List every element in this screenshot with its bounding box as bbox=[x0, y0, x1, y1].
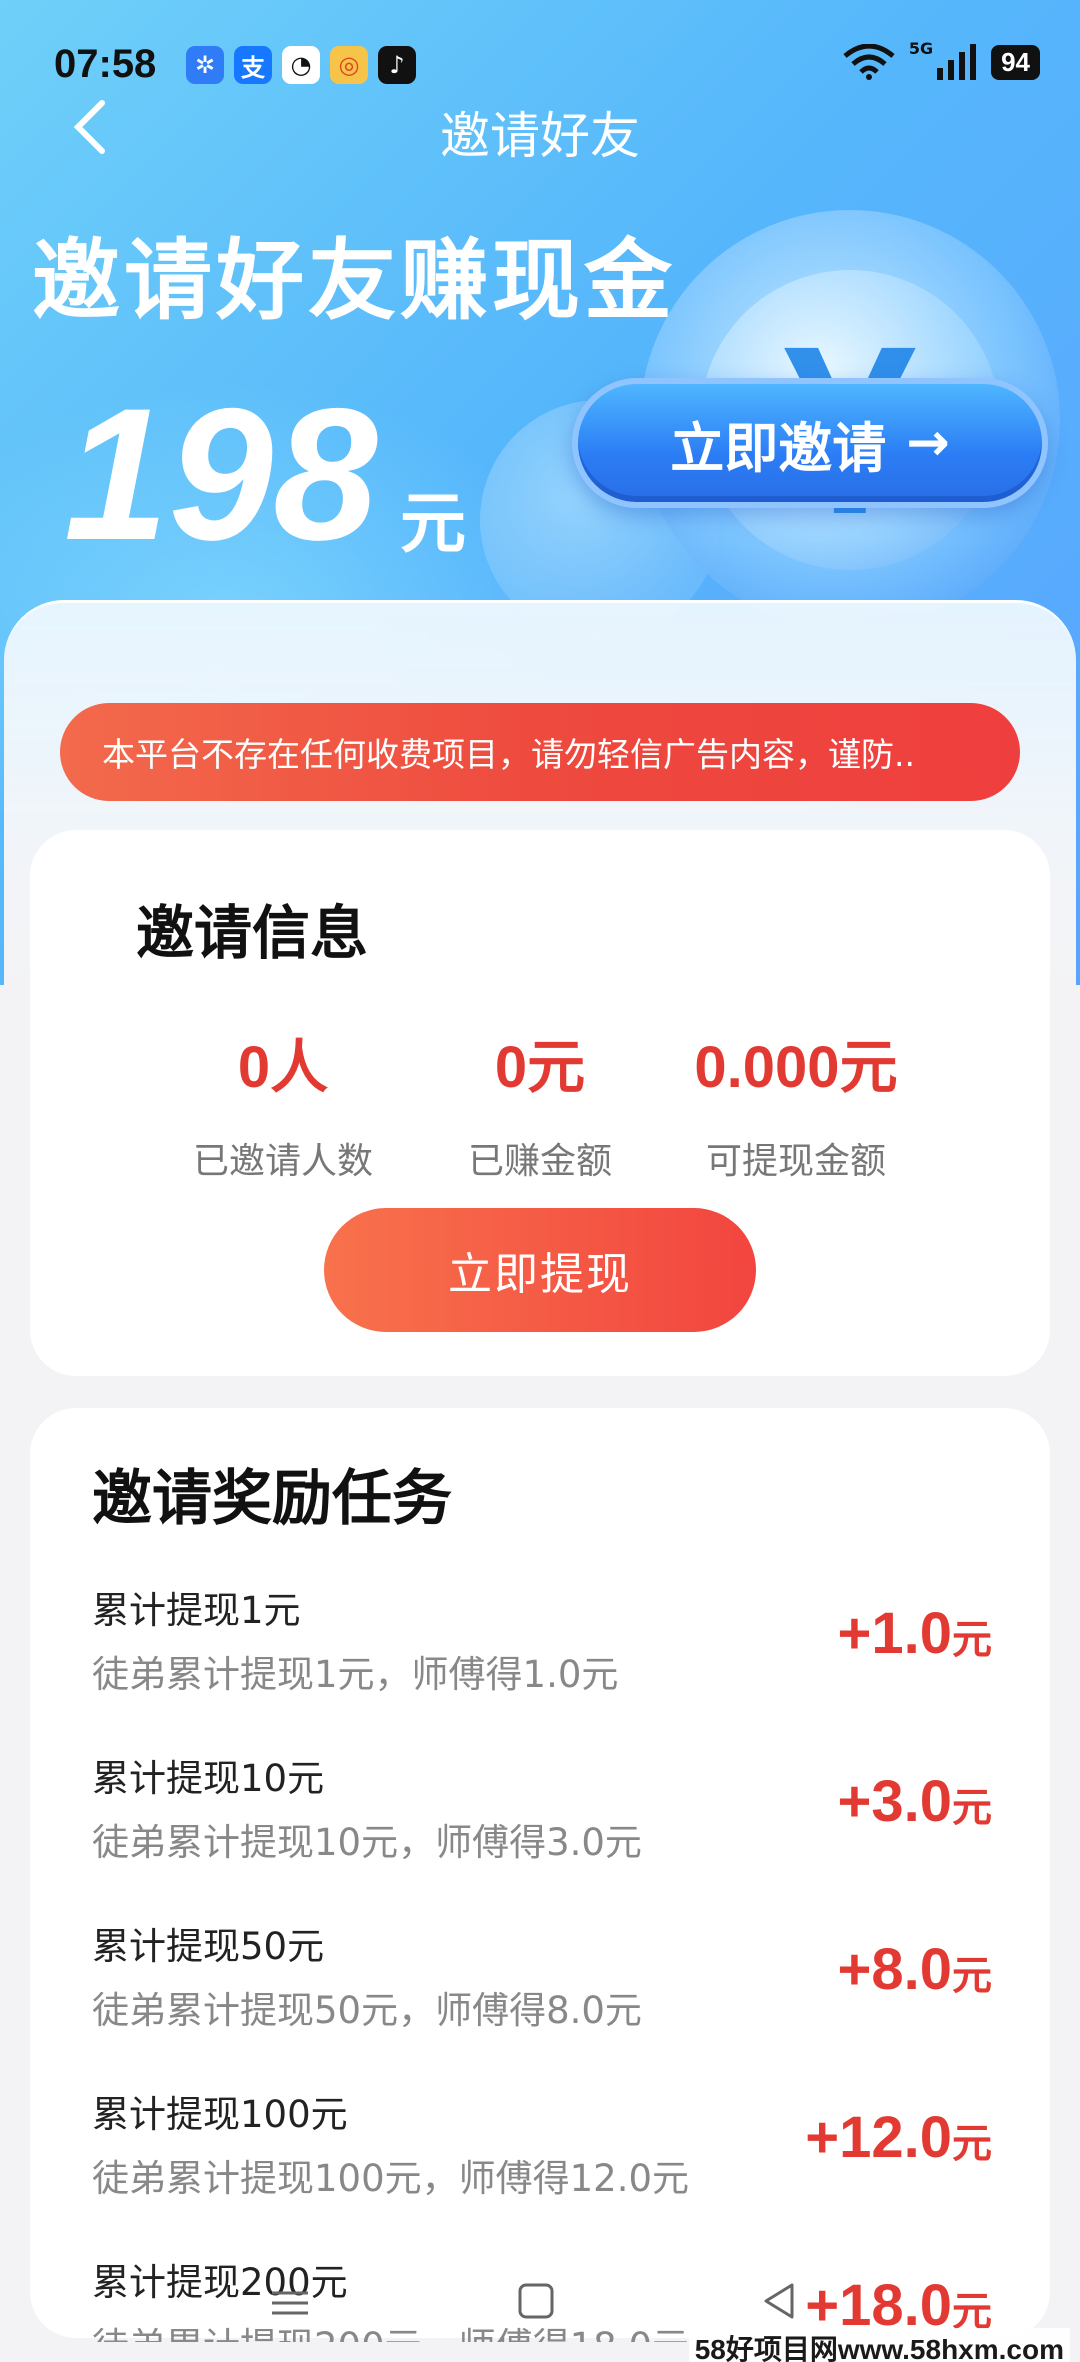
back-nav-icon[interactable] bbox=[760, 2281, 800, 2321]
network-type-label: 5G bbox=[908, 38, 934, 58]
weibo-app-icon: ◎ bbox=[330, 46, 368, 84]
invite-now-label: 立即邀请 bbox=[670, 416, 887, 480]
home-nav-icon[interactable] bbox=[516, 2281, 556, 2321]
signal-icon bbox=[937, 44, 977, 80]
task-reward-unit: 元 bbox=[952, 1617, 992, 1663]
reward-amount: 198 bbox=[64, 369, 378, 579]
earned-amount-label: 已赚金额 bbox=[467, 1141, 612, 1182]
alipay-app-icon: 支 bbox=[234, 46, 272, 84]
task-reward-unit: 元 bbox=[952, 2121, 992, 2167]
withdraw-now-button[interactable]: 立即提现 bbox=[324, 1208, 756, 1332]
qq-app-icon: ◔ bbox=[282, 46, 320, 84]
invite-stats: 0人 已邀请人数 0元 已赚金额 0.000元 可提现金额 bbox=[30, 1020, 1050, 1220]
invited-count-value: 0人 bbox=[237, 1035, 329, 1100]
task-reward-unit: 元 bbox=[952, 1953, 992, 1999]
invite-info-title: 邀请信息 bbox=[136, 899, 369, 967]
invited-count-stat: 0人 已邀请人数 bbox=[133, 1020, 433, 1184]
notification-app-icons: ✲ 支 ◔ ◎ ♪ bbox=[186, 46, 416, 84]
earned-amount-stat: 0元 已赚金额 bbox=[390, 1020, 690, 1184]
earned-amount-value: 0元 bbox=[494, 1035, 586, 1100]
task-item[interactable]: 累计提现50元 徒弟累计提现50元，师傅得8.0元 +8.0元 bbox=[92, 1916, 992, 2066]
status-time: 07:58 bbox=[54, 42, 157, 86]
withdrawable-amount-label: 可提现金额 bbox=[705, 1141, 886, 1182]
task-reward: +3.0元 bbox=[838, 1768, 993, 1835]
pinwheel-app-icon: ✲ bbox=[186, 46, 224, 84]
task-reward-value: +3.0 bbox=[837, 1769, 953, 1834]
reward-amount-unit: 元 bbox=[400, 485, 466, 562]
battery-indicator: 94 bbox=[991, 44, 1040, 80]
task-item[interactable]: 累计提现10元 徒弟累计提现10元，师傅得3.0元 +3.0元 bbox=[92, 1748, 992, 1898]
task-reward: +8.0元 bbox=[838, 1936, 993, 2003]
invite-now-button[interactable]: 立即邀请 → bbox=[572, 378, 1048, 508]
arrow-right-icon: → bbox=[906, 413, 950, 473]
withdrawable-amount-value: 0.000元 bbox=[694, 1035, 898, 1100]
task-item[interactable]: 累计提现1元 徒弟累计提现1元，师傅得1.0元 +1.0元 bbox=[92, 1580, 992, 1730]
page-title: 邀请好友 bbox=[440, 107, 640, 165]
tasks-title: 邀请奖励任务 bbox=[92, 1464, 452, 1534]
invite-reward-tasks-card: 邀请奖励任务 累计提现1元 徒弟累计提现1元，师傅得1.0元 +1.0元 累计提… bbox=[30, 1408, 1050, 2342]
watermark: 58好项目网www.58hxm.com bbox=[688, 2328, 1070, 2362]
task-reward-unit: 元 bbox=[952, 1785, 992, 1831]
tiktok-app-icon: ♪ bbox=[378, 46, 416, 84]
menu-nav-icon[interactable] bbox=[268, 2281, 312, 2325]
system-status-icons: 5G 94 bbox=[843, 39, 1040, 80]
invited-count-label: 已邀请人数 bbox=[192, 1141, 373, 1182]
task-reward-value: +1.0 bbox=[837, 1601, 953, 1666]
wifi-icon bbox=[843, 44, 895, 80]
task-reward: +12.0元 bbox=[805, 2104, 992, 2171]
invite-info-card: 邀请信息 0人 已邀请人数 0元 已赚金额 0.000元 可提现金额 立即提现 bbox=[30, 830, 1050, 1376]
task-reward-value: +8.0 bbox=[837, 1937, 953, 2002]
anti-fraud-notice: 本平台不存在任何收费项目，请勿轻信广告内容，谨防.. bbox=[60, 703, 1020, 801]
withdrawable-amount-stat: 0.000元 可提现金额 bbox=[646, 1020, 946, 1184]
task-reward-value: +12.0 bbox=[805, 2105, 952, 2170]
hero-headline: 邀请好友赚现金 bbox=[32, 229, 677, 332]
task-reward: +1.0元 bbox=[838, 1600, 993, 1667]
task-item[interactable]: 累计提现100元 徒弟累计提现100元，师傅得12.0元 +12.0元 bbox=[92, 2084, 992, 2234]
